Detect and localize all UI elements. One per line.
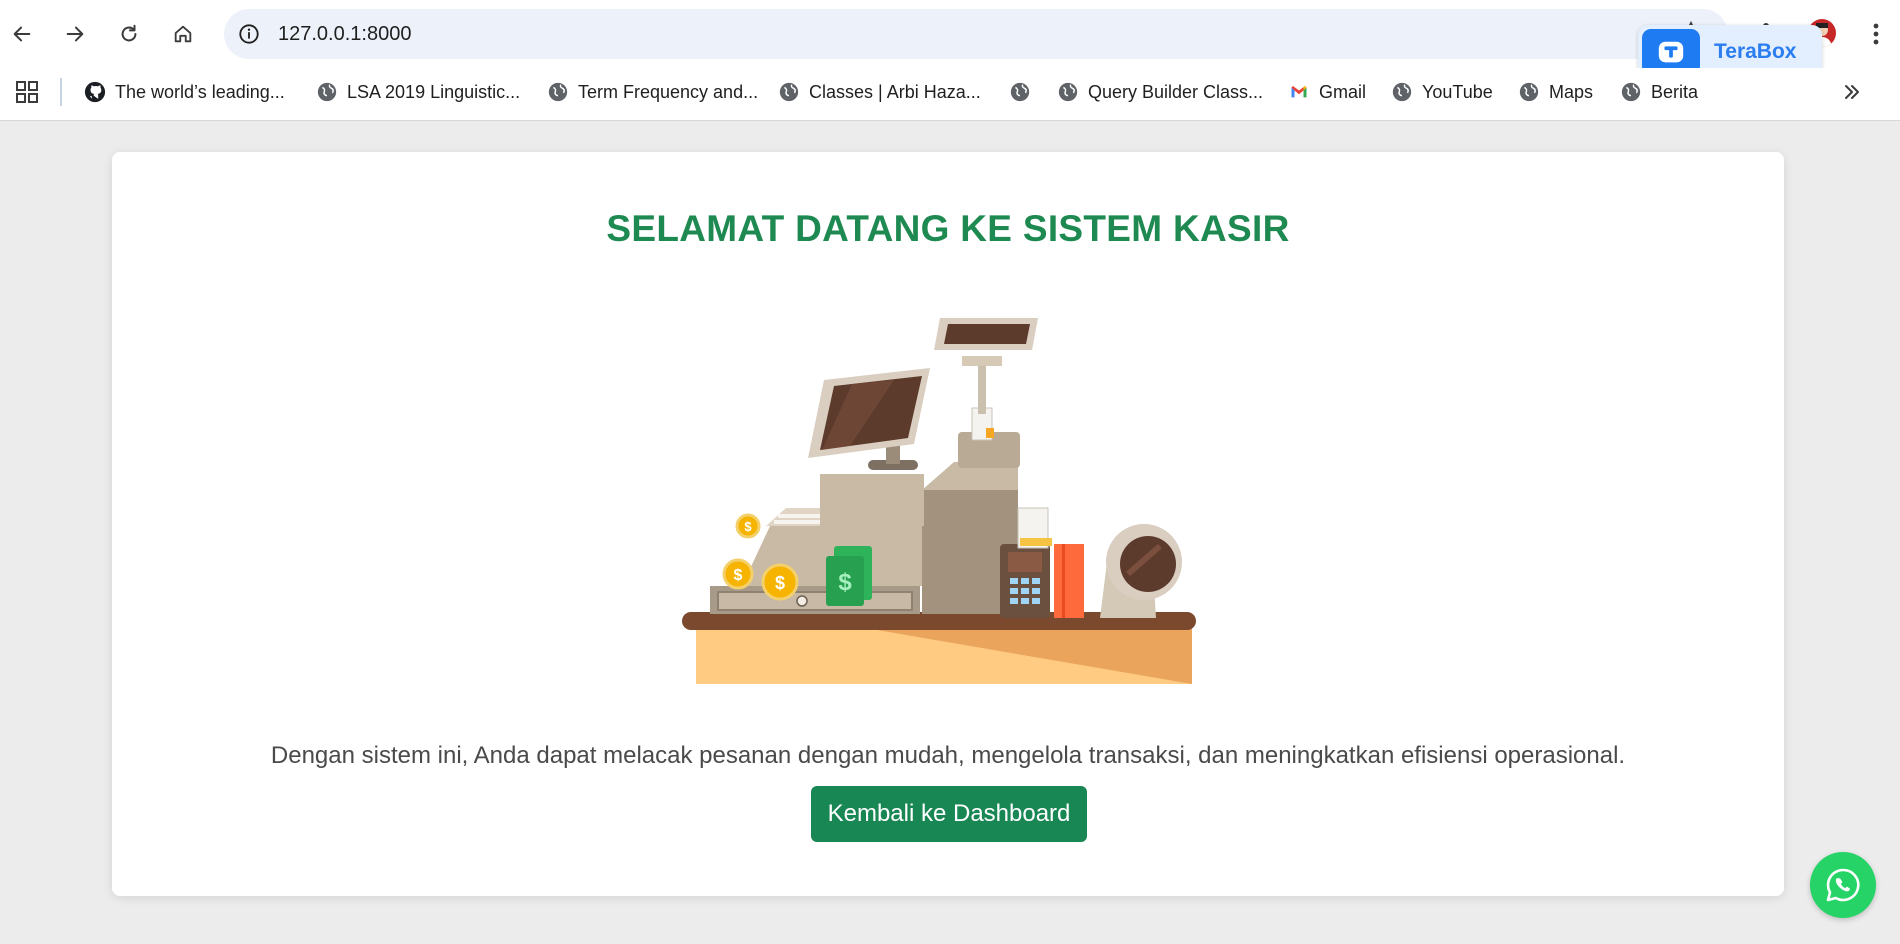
bookmark-berita[interactable]: Berita <box>1620 78 1698 106</box>
bookmark-label: Berita <box>1651 81 1699 102</box>
page-title: SELAMAT DATANG KE SISTEM KASIR <box>606 208 1290 249</box>
reload-button[interactable] <box>112 17 146 51</box>
bookmark-youtube[interactable]: YouTube <box>1391 78 1493 106</box>
bookmark-term-frequency[interactable]: Term Frequency and... <box>547 78 758 106</box>
svg-text:$: $ <box>838 569 852 596</box>
globe-icon <box>1518 81 1540 103</box>
bookmark-label: LSA 2019 Linguistic... <box>347 81 521 102</box>
browser-toolbar: 127.0.0.1:8000 <box>0 0 1900 68</box>
bookmark-label: Gmail <box>1319 81 1367 102</box>
bookmark-label: Term Frequency and... <box>578 81 759 102</box>
globe-icon <box>547 81 569 103</box>
svg-text:$: $ <box>744 519 752 534</box>
home-button[interactable] <box>166 17 200 51</box>
bookmark-label: Query Builder Class... <box>1088 81 1264 102</box>
url-text[interactable]: 127.0.0.1:8000 <box>278 23 411 46</box>
welcome-card: SELAMAT DATANG KE SISTEM KASIR $ $ $ $ D… <box>112 152 1784 896</box>
forward-button[interactable] <box>58 17 92 51</box>
address-bar[interactable]: 127.0.0.1:8000 <box>224 9 1728 59</box>
home-icon <box>174 25 192 43</box>
bookmark-label: The world’s leading... <box>115 81 285 102</box>
bookmarks-separator <box>60 78 62 106</box>
bookmark-github[interactable]: The world’s leading... <box>84 78 285 106</box>
gmail-icon <box>1288 81 1310 103</box>
bookmark-gmail[interactable]: Gmail <box>1288 78 1366 106</box>
chevron-double-right-icon[interactable] <box>1840 80 1864 104</box>
apps-grid-icon[interactable] <box>14 79 40 105</box>
globe-icon <box>1057 81 1079 103</box>
globe-icon <box>316 81 338 103</box>
bookmark-label: Classes | Arbi Haza... <box>809 81 981 102</box>
bookmark-classes[interactable]: Classes | Arbi Haza... <box>778 78 981 106</box>
back-to-dashboard-button[interactable]: Kembali ke Dashboard <box>811 786 1087 842</box>
github-icon <box>84 81 106 103</box>
bookmark-lsa-2019[interactable]: LSA 2019 Linguistic... <box>316 78 520 106</box>
bookmark-label: YouTube <box>1422 81 1493 102</box>
page-description: Dengan sistem ini, Anda dapat melacak pe… <box>270 742 1626 769</box>
globe-icon <box>778 81 800 103</box>
bookmark-unnamed[interactable] <box>1009 78 1040 106</box>
terabox-label: TeraBox <box>1714 40 1797 63</box>
whatsapp-icon <box>1826 868 1860 902</box>
bookmark-maps[interactable]: Maps <box>1518 78 1593 106</box>
bookmark-query-builder[interactable]: Query Builder Class... <box>1057 78 1263 106</box>
arrow-left-icon <box>13 26 31 42</box>
kebab-menu-icon[interactable] <box>1866 20 1886 48</box>
reload-icon <box>121 24 137 42</box>
globe-icon <box>1391 81 1413 103</box>
whatsapp-chat-button[interactable] <box>1810 852 1876 918</box>
site-info-icon[interactable] <box>236 21 262 47</box>
globe-icon <box>1620 81 1642 103</box>
svg-text:$: $ <box>775 573 785 593</box>
bookmark-label: Maps <box>1549 81 1594 102</box>
cash-register-illustration: $ $ $ $ <box>682 318 1196 684</box>
svg-text:$: $ <box>734 567 743 584</box>
arrow-right-icon <box>66 26 84 42</box>
back-button[interactable] <box>5 17 39 51</box>
globe-icon <box>1009 81 1031 103</box>
